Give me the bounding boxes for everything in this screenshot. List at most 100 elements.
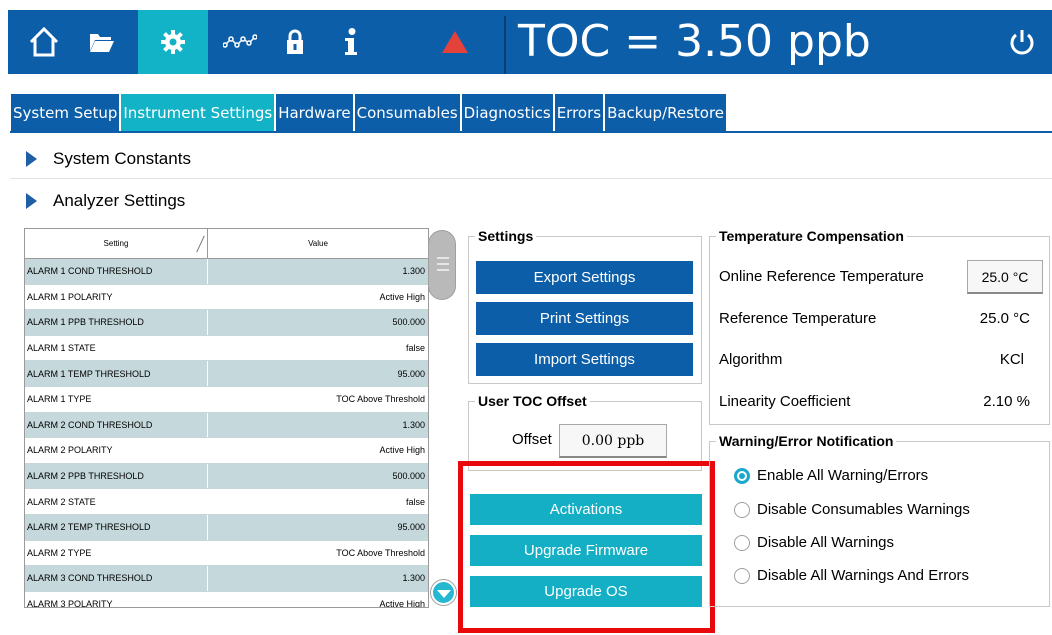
linearity-coefficient-value: 2.10 % (983, 393, 1030, 410)
table-row[interactable]: ALARM 2 PPB THRESHOLD 500.000 (25, 463, 428, 490)
offset-label: Offset (512, 431, 552, 448)
table-body: ALARM 1 COND THRESHOLD 1.300 ALARM 1 POLA… (25, 259, 428, 608)
system-constants-label: System Constants (53, 148, 191, 168)
reference-temperature-label: Reference Temperature (719, 310, 877, 327)
linearity-coefficient-label: Linearity Coefficient (719, 393, 851, 410)
table-row[interactable]: ALARM 2 POLARITY Active High (25, 438, 428, 464)
column-header-setting-label: Setting (103, 239, 129, 248)
info-icon (345, 28, 357, 55)
setting-cell: ALARM 3 COND THRESHOLD (25, 566, 208, 591)
value-cell: false (405, 343, 425, 354)
table-header: Setting Value (25, 229, 428, 259)
temperature-compensation-title: Temperature Compensation (716, 227, 907, 245)
table-row[interactable]: ALARM 1 TEMP THRESHOLD 95.000 (25, 361, 428, 387)
radio-unselected-icon (734, 501, 750, 518)
print-settings-button[interactable]: Print Settings (476, 302, 693, 335)
tab-diagnostics[interactable]: Diagnostics (460, 93, 554, 132)
radio-disable-all-warnings-and-errors[interactable]: Disable All Warnings And Errors (734, 567, 969, 584)
highlight-annotation-box (458, 461, 715, 633)
tab-hardware[interactable]: Hardware (275, 93, 354, 132)
table-row[interactable]: ALARM 1 COND THRESHOLD 1.300 (25, 259, 428, 285)
tab-bar: System Setup Instrument Settings Hardwar… (10, 93, 728, 132)
value-cell: Active High (379, 445, 425, 456)
online-reference-temperature-field[interactable]: 25.0 °C (967, 260, 1043, 294)
tab-errors[interactable]: Errors (553, 93, 605, 132)
import-settings-button[interactable]: Import Settings (476, 343, 693, 376)
trend-button[interactable] (214, 10, 266, 74)
home-button[interactable] (18, 10, 70, 74)
setting-cell: ALARM 1 POLARITY (25, 284, 208, 310)
value-cell: 500.000 (392, 317, 425, 328)
setting-cell: ALARM 2 TYPE (25, 540, 208, 566)
value-cell: 1.300 (402, 573, 425, 584)
table-row[interactable]: ALARM 2 TEMP THRESHOLD 95.000 (25, 514, 428, 541)
table-row[interactable]: ALARM 2 COND THRESHOLD 1.300 (25, 412, 428, 439)
power-icon (1010, 30, 1034, 55)
scroll-grip-line (437, 263, 449, 265)
value-cell: Active High (379, 291, 425, 302)
lock-icon (287, 29, 303, 54)
system-constants-expander[interactable]: System Constants (10, 139, 1052, 179)
table-row[interactable]: ALARM 2 STATE false (25, 489, 428, 515)
sort-indicator-icon (196, 235, 205, 253)
value-cell: false (405, 496, 425, 507)
tab-underline (10, 131, 1052, 133)
setting-cell: ALARM 2 POLARITY (25, 438, 208, 463)
radio-label: Disable All Warnings (757, 534, 894, 551)
folder-button[interactable] (76, 10, 128, 74)
alarm-triangle-icon (442, 31, 468, 53)
table-row[interactable]: ALARM 2 TYPE TOC Above Threshold (25, 540, 428, 567)
settings-group-title: Settings (475, 227, 537, 245)
radio-selected-icon (734, 467, 750, 484)
column-header-value-label: Value (308, 239, 328, 248)
radio-disable-all-warnings[interactable]: Disable All Warnings (734, 534, 894, 551)
folder-icon (90, 34, 114, 52)
scroll-down-button[interactable] (431, 580, 456, 605)
export-settings-button[interactable]: Export Settings (476, 261, 693, 294)
value-cell: TOC Above Threshold (336, 394, 425, 405)
value-cell: Active High (379, 599, 425, 608)
lock-button[interactable] (270, 10, 320, 74)
setting-cell: ALARM 3 POLARITY (25, 591, 208, 607)
offset-value-field[interactable]: 0.00 ppb (559, 424, 667, 458)
table-row[interactable]: ALARM 3 COND THRESHOLD 1.300 (25, 566, 428, 592)
expand-arrow-icon (26, 193, 37, 209)
chevron-down-icon (436, 590, 451, 598)
radio-unselected-icon (734, 567, 750, 584)
setting-cell: ALARM 2 STATE (25, 489, 208, 514)
table-row[interactable]: ALARM 1 POLARITY Active High (25, 284, 428, 311)
top-toolbar: TOC = 3.50 ppb (8, 10, 1052, 74)
analyzer-settings-expander[interactable]: Analyzer Settings (10, 181, 1052, 221)
algorithm-label: Algorithm (719, 351, 783, 368)
info-button[interactable] (326, 10, 376, 74)
tab-instrument-settings[interactable]: Instrument Settings (120, 93, 276, 132)
column-header-value[interactable]: Value (208, 229, 428, 258)
table-row[interactable]: ALARM 1 STATE false (25, 335, 428, 362)
value-cell: 95.000 (397, 368, 425, 379)
table-scrollbar-thumb[interactable] (428, 230, 456, 300)
radio-label: Enable All Warning/Errors (757, 467, 929, 484)
scroll-grip-line (437, 269, 449, 271)
expand-arrow-icon (26, 150, 37, 167)
table-row[interactable]: ALARM 1 PPB THRESHOLD 500.000 (25, 310, 428, 336)
settings-button[interactable] (138, 10, 208, 74)
tab-system-setup[interactable]: System Setup (10, 93, 121, 132)
column-header-setting[interactable]: Setting (25, 229, 208, 258)
alarm-button[interactable] (430, 10, 480, 74)
tab-consumables[interactable]: Consumables (353, 93, 461, 132)
setting-cell: ALARM 1 TEMP THRESHOLD (25, 361, 208, 386)
settings-table[interactable]: Setting Value ALARM 1 COND THRESHOLD 1.30… (24, 228, 429, 608)
table-row[interactable]: ALARM 1 TYPE TOC Above Threshold (25, 386, 428, 413)
radio-enable-all-warnings-errors[interactable]: Enable All Warning/Errors (734, 467, 928, 484)
setting-cell: ALARM 1 PPB THRESHOLD (25, 310, 208, 335)
setting-cell: ALARM 1 COND THRESHOLD (25, 259, 208, 284)
tab-backup-restore[interactable]: Backup/Restore (604, 93, 728, 132)
power-button[interactable] (996, 10, 1048, 74)
radio-disable-consumables-warnings[interactable]: Disable Consumables Warnings (734, 501, 970, 518)
table-row[interactable]: ALARM 3 POLARITY Active High (25, 591, 428, 608)
value-cell: 500.000 (392, 471, 425, 482)
warning-error-notification-title: Warning/Error Notification (716, 432, 897, 450)
value-cell: 1.300 (402, 266, 425, 277)
value-cell: 95.000 (397, 522, 425, 533)
toc-reading: TOC = 3.50 ppb (518, 16, 871, 67)
